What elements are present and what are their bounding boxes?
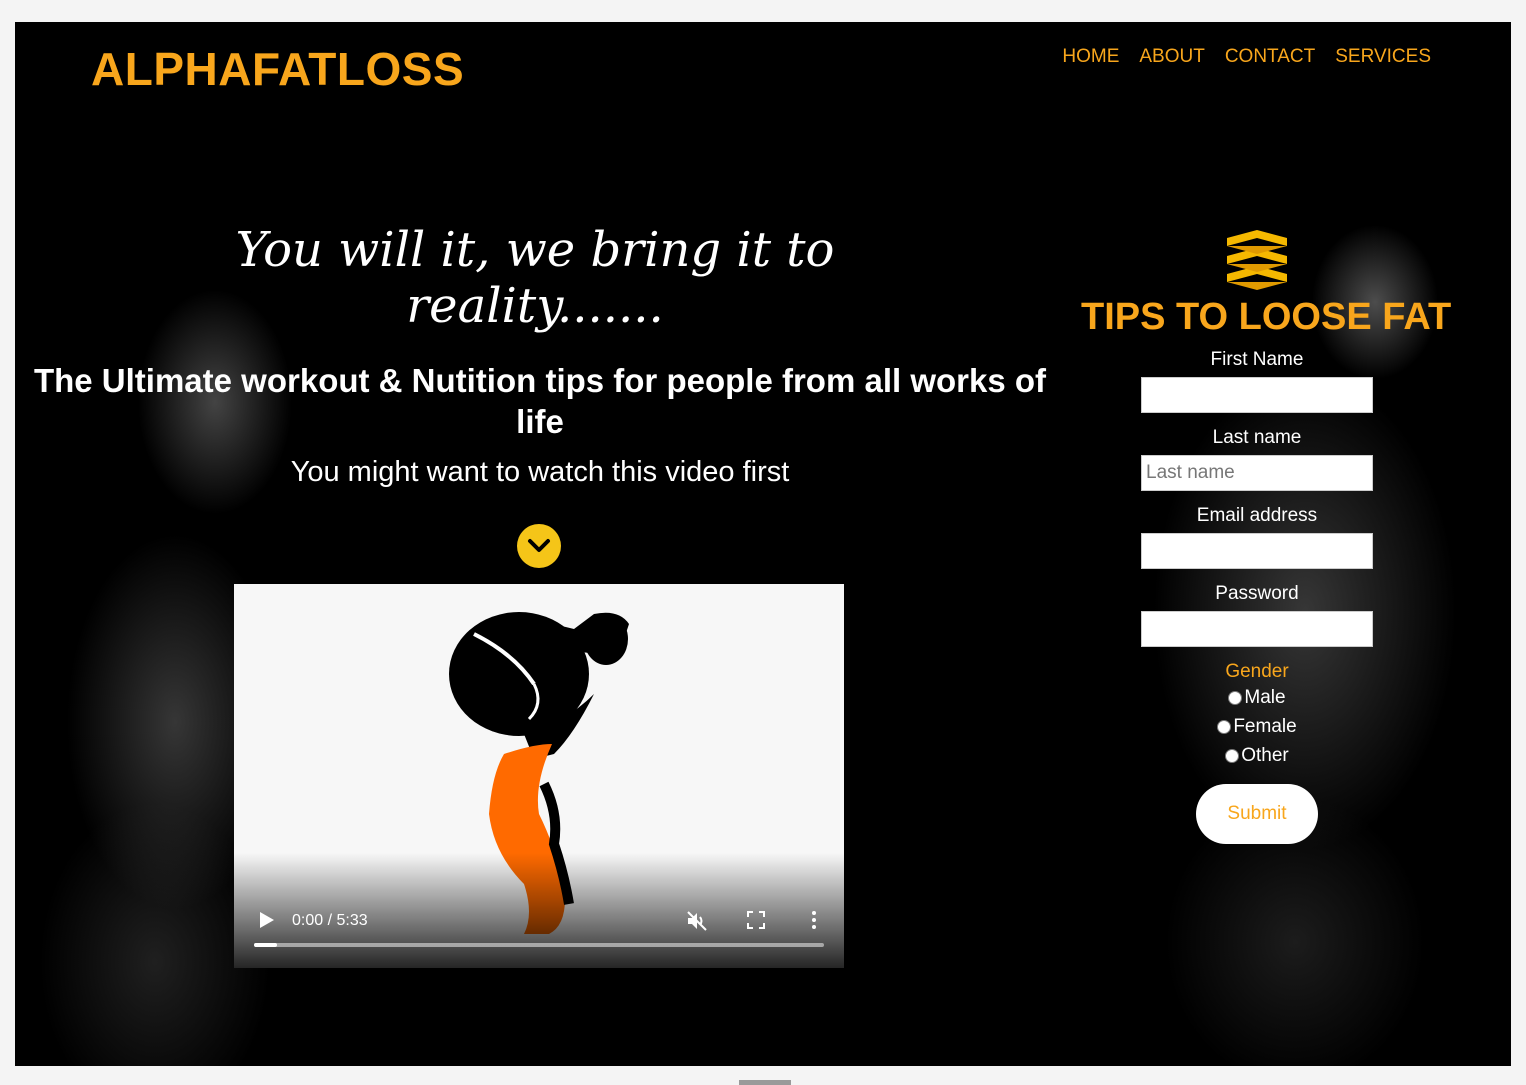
gender-label: Gender bbox=[1225, 661, 1289, 682]
video-player[interactable]: 0:00 / 5:33 bbox=[234, 584, 844, 968]
nav-contact[interactable]: CONTACT bbox=[1225, 46, 1315, 68]
gender-option-label: Female bbox=[1233, 715, 1297, 737]
gender-option-label: Male bbox=[1244, 686, 1286, 708]
more-vertical-icon[interactable] bbox=[806, 908, 822, 932]
signup-form: TIPS TO LOOSE FAT First Name Last name E… bbox=[1081, 230, 1452, 844]
gender-radio-female[interactable] bbox=[1217, 719, 1232, 734]
gender-radio-male[interactable] bbox=[1228, 690, 1243, 705]
scroll-down-button[interactable] bbox=[517, 524, 561, 568]
video-time: 0:00 / 5:33 bbox=[292, 912, 368, 929]
nav-services[interactable]: SERVICES bbox=[1335, 46, 1431, 68]
submit-button[interactable]: Submit bbox=[1196, 784, 1318, 844]
stacked-chevrons-icon bbox=[1227, 230, 1287, 290]
hero-headline: The Ultimate workout & Nutition tips for… bbox=[33, 362, 1047, 440]
form-title: TIPS TO LOOSE FAT bbox=[1081, 296, 1452, 338]
video-progress-fill bbox=[254, 943, 277, 947]
gender-option-male: Male bbox=[1081, 683, 1433, 712]
email-field[interactable] bbox=[1141, 533, 1373, 569]
gender-option-label: Other bbox=[1241, 744, 1289, 766]
fullscreen-icon[interactable] bbox=[746, 910, 766, 930]
video-controls: 0:00 / 5:33 bbox=[234, 888, 844, 968]
password-label: Password bbox=[1215, 583, 1299, 604]
chevron-down-icon bbox=[528, 539, 550, 552]
main-nav: HOME ABOUT CONTACT SERVICES bbox=[1062, 46, 1431, 68]
nav-home[interactable]: HOME bbox=[1062, 46, 1119, 68]
page-frame: ALPHAFATLOSS HOME ABOUT CONTACT SERVICES… bbox=[15, 22, 1511, 1066]
first-name-label: First Name bbox=[1210, 349, 1304, 370]
play-icon[interactable] bbox=[256, 910, 276, 930]
hero-tagline: You will it, we bring it to reality.....… bbox=[235, 222, 835, 334]
password-field[interactable] bbox=[1141, 611, 1373, 647]
first-name-field[interactable] bbox=[1141, 377, 1373, 413]
window-scroll-indicator[interactable] bbox=[739, 1080, 791, 1085]
gender-option-female: Female bbox=[1081, 712, 1433, 741]
muted-icon[interactable] bbox=[686, 910, 708, 932]
hero-subline: You might want to watch this video first bbox=[290, 456, 790, 488]
last-name-field[interactable] bbox=[1141, 455, 1373, 491]
video-progress-bar[interactable] bbox=[254, 943, 824, 947]
nav-about[interactable]: ABOUT bbox=[1139, 46, 1204, 68]
site-logo[interactable]: ALPHAFATLOSS bbox=[91, 42, 464, 96]
last-name-label: Last name bbox=[1212, 427, 1302, 448]
gender-radio-other[interactable] bbox=[1225, 748, 1240, 763]
gender-option-other: Other bbox=[1081, 741, 1433, 770]
email-label: Email address bbox=[1196, 505, 1318, 526]
